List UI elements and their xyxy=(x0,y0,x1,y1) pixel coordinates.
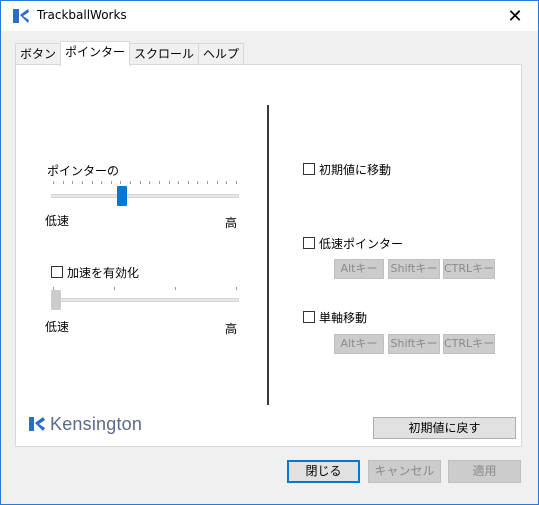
acceleration-thumb xyxy=(51,290,61,310)
slider-tick xyxy=(159,181,160,184)
acceleration-ticks xyxy=(53,287,237,291)
slow-pointer-shift-key-button: Shiftキー xyxy=(388,259,440,279)
slider-tick xyxy=(53,181,54,184)
single-axis-shift-key-button: Shiftキー xyxy=(388,334,440,354)
slider-tick xyxy=(101,181,102,184)
kensington-app-icon xyxy=(13,9,29,23)
tab-strip: ボタン ポインター スクロール ヘルプ xyxy=(15,41,245,66)
slider-tick xyxy=(217,181,218,184)
tab-help[interactable]: ヘルプ xyxy=(198,43,245,65)
title-bar: TrackballWorks ✕ xyxy=(1,1,538,31)
slider-tick xyxy=(169,181,170,184)
acceleration-track xyxy=(51,298,239,302)
single-axis-label: 単軸移動 xyxy=(319,311,368,325)
acceleration-high-label: 高 xyxy=(225,322,238,336)
apply-button: 適用 xyxy=(448,460,521,483)
pointer-speed-thumb[interactable] xyxy=(117,186,127,206)
slider-tick xyxy=(197,181,198,184)
kensington-logo-text: Kensington xyxy=(50,413,143,434)
close-button[interactable]: 閉じる xyxy=(287,460,360,483)
snap-to-default-checkbox[interactable] xyxy=(303,163,315,175)
tab-buttons[interactable]: ボタン xyxy=(15,43,62,65)
slider-tick xyxy=(188,181,189,184)
vertical-divider xyxy=(267,105,269,405)
slider-tick xyxy=(226,181,227,184)
slider-tick xyxy=(236,181,237,184)
acceleration-low-label: 低速 xyxy=(45,320,70,334)
single-axis-alt-key-button: Altキー xyxy=(334,334,384,354)
pointer-speed-low-label: 低速 xyxy=(45,214,70,228)
slider-tick xyxy=(114,287,115,290)
close-window-button[interactable]: ✕ xyxy=(492,1,538,31)
trackballworks-window: TrackballWorks ✕ ボタン ポインター スクロール ヘルプ ポイン… xyxy=(0,0,539,505)
slider-tick xyxy=(178,181,179,184)
tab-pointer[interactable]: ポインター xyxy=(60,41,131,66)
pointer-speed-ticks xyxy=(53,181,237,185)
tab-scroll[interactable]: スクロール xyxy=(129,43,200,65)
single-axis-ctrl-key-button: CTRLキー xyxy=(443,334,495,354)
window-title: TrackballWorks xyxy=(37,8,127,22)
acceleration-label: 加速を有効化 xyxy=(67,266,140,280)
acceleration-checkbox[interactable] xyxy=(51,266,63,278)
slow-pointer-ctrl-key-button: CTRLキー xyxy=(443,259,495,279)
slider-tick xyxy=(111,181,112,184)
single-axis-checkbox[interactable] xyxy=(303,311,315,323)
pointer-speed-label: ポインターの xyxy=(47,164,120,178)
slider-tick xyxy=(92,181,93,184)
kensington-logo: Kensington xyxy=(28,413,142,435)
slider-tick xyxy=(82,181,83,184)
slider-tick xyxy=(130,181,131,184)
slider-tick xyxy=(120,181,121,184)
pointer-speed-track[interactable] xyxy=(51,194,239,198)
slider-tick xyxy=(236,287,237,290)
slider-tick xyxy=(207,181,208,184)
kensington-logo-icon xyxy=(29,417,45,431)
close-icon: ✕ xyxy=(507,5,523,27)
pointer-settings-panel: ポインターの 低速 高 加速を有効化 低速 高 初期値に移動 低速ポインター A… xyxy=(15,64,522,447)
slider-tick xyxy=(63,181,64,184)
slow-pointer-checkbox[interactable] xyxy=(303,237,315,249)
restore-defaults-button[interactable]: 初期値に戻す xyxy=(373,417,516,439)
slider-tick xyxy=(175,287,176,290)
slider-tick xyxy=(140,181,141,184)
slider-tick xyxy=(72,181,73,184)
snap-to-default-label: 初期値に移動 xyxy=(319,163,392,177)
pointer-speed-high-label: 高 xyxy=(225,216,238,230)
slow-pointer-alt-key-button: Altキー xyxy=(334,259,384,279)
slider-tick xyxy=(149,181,150,184)
cancel-button: キャンセル xyxy=(368,460,441,483)
slow-pointer-label: 低速ポインター xyxy=(319,237,404,251)
